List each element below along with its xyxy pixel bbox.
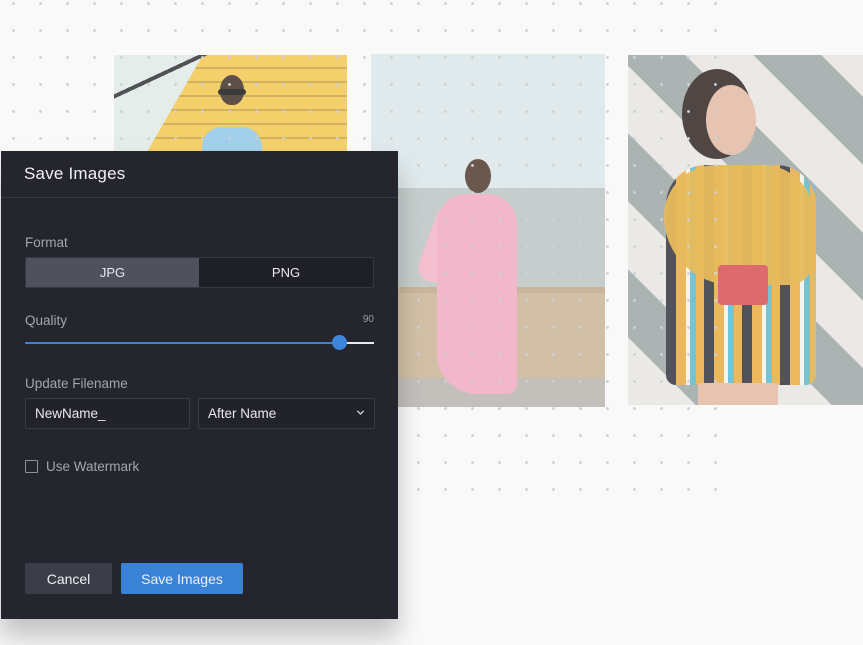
watermark-checkbox[interactable] — [25, 460, 38, 473]
cancel-button[interactable]: Cancel — [25, 563, 112, 594]
save-images-dialog: Save Images Format JPG PNG Quality 90 Up… — [1, 151, 398, 619]
watermark-label[interactable]: Use Watermark — [46, 459, 139, 474]
filename-label: Update Filename — [25, 376, 128, 391]
quality-slider-thumb[interactable] — [332, 335, 348, 350]
filename-position-value: After Name — [208, 406, 277, 421]
filename-position-select[interactable]: After Name — [198, 398, 375, 429]
save-images-button[interactable]: Save Images — [121, 563, 243, 594]
quality-label: Quality — [25, 313, 68, 328]
quality-slider-track[interactable] — [25, 342, 374, 344]
filename-input[interactable]: NewName_ — [25, 398, 190, 429]
format-label: Format — [25, 235, 68, 250]
photo-pink-dress[interactable] — [371, 54, 605, 407]
format-option-jpg[interactable]: JPG — [26, 258, 199, 287]
format-segmented-control: JPG PNG — [25, 257, 374, 288]
chevron-down-icon — [356, 410, 365, 415]
quality-value: 90 — [362, 314, 374, 325]
photo-striped-dress[interactable] — [628, 55, 863, 405]
photo-yellow-wall[interactable] — [114, 55, 347, 165]
format-option-png[interactable]: PNG — [199, 258, 373, 287]
quality-slider-fill — [25, 342, 340, 344]
dialog-title: Save Images — [1, 151, 398, 198]
filename-input-value: NewName_ — [35, 406, 106, 421]
